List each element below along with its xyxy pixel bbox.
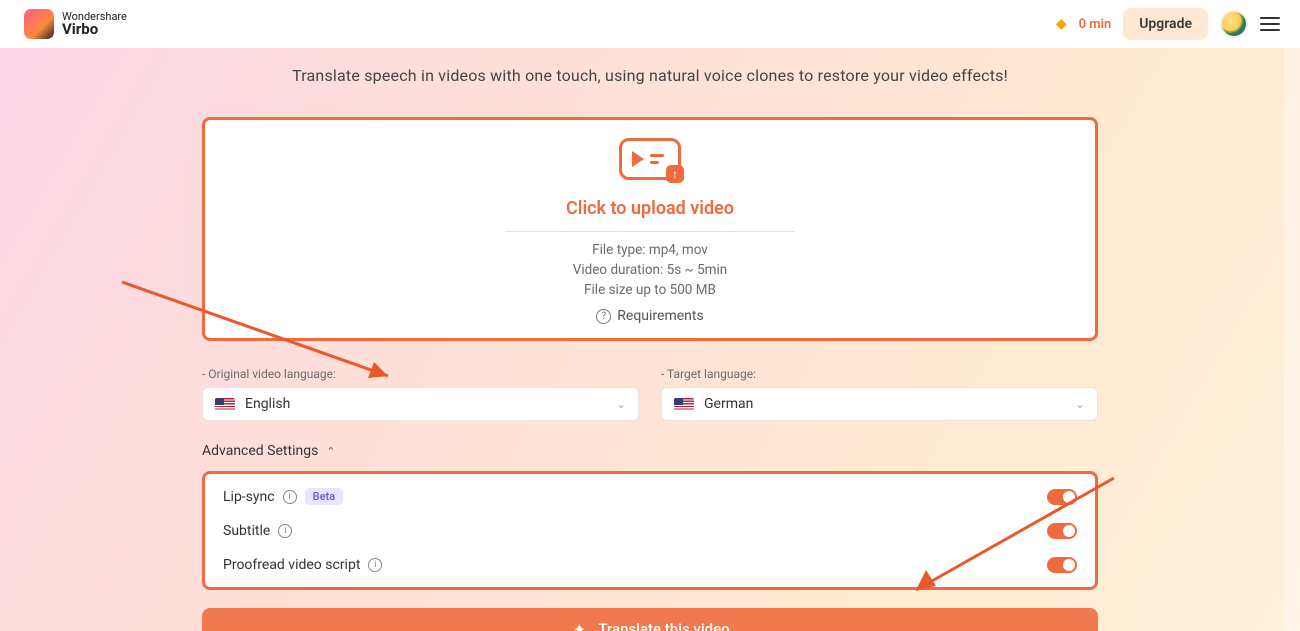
brand-line2: Virbo xyxy=(62,22,127,37)
gem-icon: ◆ xyxy=(1056,16,1067,32)
info-icon[interactable]: i xyxy=(283,490,297,504)
divider xyxy=(505,231,795,232)
upload-card[interactable]: ↑ Click to upload video File type: mp4, … xyxy=(202,117,1098,341)
chevron-down-icon: ⌄ xyxy=(1075,397,1085,411)
translate-button[interactable]: ✦ Translate this video xyxy=(202,608,1098,631)
advanced-settings-card: Lip-sync i Beta Subtitle i Proofread vid… xyxy=(202,471,1098,590)
scrollbar[interactable] xyxy=(1284,48,1300,631)
top-bar: Wondershare Virbo ◆ 0 min Upgrade xyxy=(0,0,1300,48)
flag-us-icon xyxy=(674,398,694,411)
lipsync-row: Lip-sync i Beta xyxy=(223,488,1077,505)
avatar[interactable] xyxy=(1220,10,1248,38)
original-language-select[interactable]: English ⌄ xyxy=(202,387,639,421)
main-column: Translate speech in videos with one touc… xyxy=(202,48,1098,631)
brand-text: Wondershare Virbo xyxy=(62,11,127,37)
minutes-remaining: 0 min xyxy=(1079,17,1112,32)
advanced-settings-toggle[interactable]: Advanced Settings ⌃ xyxy=(202,443,1098,459)
translate-icon: ✦ xyxy=(570,620,588,631)
subtitle-toggle[interactable] xyxy=(1047,523,1077,539)
menu-button[interactable] xyxy=(1260,17,1280,31)
upload-cta: Click to upload video xyxy=(566,198,734,227)
requirements-link[interactable]: ? Requirements xyxy=(596,308,703,324)
target-language-label: - Target language: xyxy=(661,367,1098,381)
lipsync-label: Lip-sync xyxy=(223,489,275,505)
top-right: ◆ 0 min Upgrade xyxy=(1056,8,1280,40)
proofread-toggle[interactable] xyxy=(1047,557,1077,573)
upload-filetype: File type: mp4, mov xyxy=(592,242,708,258)
chevron-down-icon: ⌄ xyxy=(616,397,626,411)
translate-button-label: Translate this video xyxy=(598,620,729,631)
original-language-label: - Original video language: xyxy=(202,367,639,381)
subtitle-row: Subtitle i xyxy=(223,523,1077,539)
info-icon[interactable]: i xyxy=(278,524,292,538)
target-language-col: - Target language: German ⌄ xyxy=(661,367,1098,421)
upload-duration: Video duration: 5s ~ 5min xyxy=(573,262,727,278)
flag-us-icon xyxy=(215,398,235,411)
original-language-value: English xyxy=(245,396,606,412)
tagline: Translate speech in videos with one touc… xyxy=(202,66,1098,85)
original-language-col: - Original video language: English ⌄ xyxy=(202,367,639,421)
upload-video-icon: ↑ xyxy=(619,138,681,180)
lipsync-toggle[interactable] xyxy=(1047,489,1077,505)
proofread-label: Proofread video script xyxy=(223,557,360,573)
chevron-up-icon: ⌃ xyxy=(326,445,335,458)
question-icon: ? xyxy=(596,309,611,324)
target-language-value: German xyxy=(704,396,1065,412)
requirements-label: Requirements xyxy=(617,308,703,324)
subtitle-label: Subtitle xyxy=(223,523,270,539)
upgrade-button[interactable]: Upgrade xyxy=(1123,8,1208,40)
advanced-settings-label: Advanced Settings xyxy=(202,443,318,459)
beta-badge: Beta xyxy=(305,488,344,505)
info-icon[interactable]: i xyxy=(368,558,382,572)
target-language-select[interactable]: German ⌄ xyxy=(661,387,1098,421)
brand-logo-icon xyxy=(24,9,54,39)
brand[interactable]: Wondershare Virbo xyxy=(24,9,127,39)
language-row: - Original video language: English ⌄ - T… xyxy=(202,367,1098,421)
proofread-row: Proofread video script i xyxy=(223,557,1077,573)
upload-filesize: File size up to 500 MB xyxy=(584,282,716,298)
